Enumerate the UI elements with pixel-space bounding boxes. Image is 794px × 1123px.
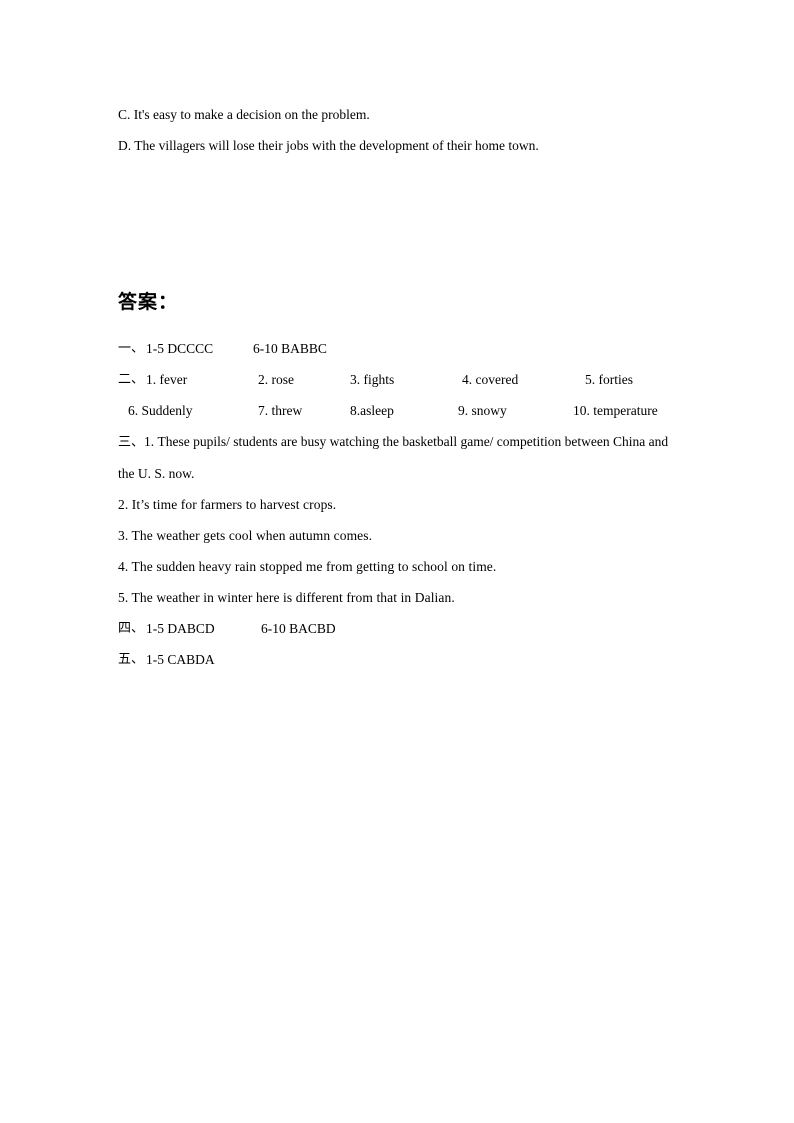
- section-four-marker: 四、: [118, 621, 145, 636]
- section-four-row: 四、 1-5 DABCD 6-10 BACBD: [118, 613, 684, 644]
- section-five-row: 五、 1-5 CABDA: [118, 644, 684, 675]
- section-four-col2: 6-10 BACBD: [261, 621, 336, 636]
- section-three-item-3: 3. The weather gets cool when autumn com…: [118, 528, 373, 543]
- section-five-marker: 五、: [118, 652, 145, 667]
- document-page: C. It's easy to make a decision on the p…: [0, 0, 794, 1123]
- section-three-item-1: 三、1. These pupils/ students are busy wat…: [118, 426, 684, 489]
- section-three-item-4: 4. The sudden heavy rain stopped me from…: [118, 559, 497, 574]
- section-three-item-5: 5. The weather in winter here is differe…: [118, 590, 455, 605]
- answer-2-7: 7. threw: [258, 403, 303, 418]
- answer-2-6: 6. Suddenly: [128, 403, 193, 418]
- section-three-item-2: 2. It’s time for farmers to harvest crop…: [118, 497, 337, 512]
- section-two-row-2: 6. Suddenly 7. threw 8.asleep 9. snowy 1…: [118, 395, 684, 426]
- section-five-col1: 1-5 CABDA: [146, 652, 215, 667]
- answer-2-8: 8.asleep: [350, 403, 394, 418]
- vertical-spacer: [118, 161, 684, 289]
- option-line-d: D. The villagers will lose their jobs wi…: [118, 138, 539, 153]
- answer-2-10: 10. temperature: [573, 403, 658, 418]
- answers-heading: 答案：: [118, 291, 179, 313]
- section-two-row-1: 二、 1. fever 2. rose 3. fights 4. covered…: [118, 364, 684, 395]
- section-one-col2: 6-10 BABBC: [253, 341, 327, 356]
- answer-2-3: 3. fights: [350, 372, 395, 387]
- answer-2-2: 2. rose: [258, 372, 294, 387]
- answer-2-5: 5. forties: [585, 372, 633, 387]
- document-content: C. It's easy to make a decision on the p…: [118, 99, 684, 675]
- section-one-row: 一、 1-5 DCCCC 6-10 BABBC: [118, 333, 684, 364]
- section-three-item-1-text: 1. These pupils/ students are busy watch…: [118, 434, 669, 481]
- section-one-marker: 一、: [118, 341, 145, 356]
- answer-2-1: 1. fever: [146, 372, 188, 387]
- answer-2-9: 9. snowy: [458, 403, 507, 418]
- section-one-col1: 1-5 DCCCC: [146, 341, 214, 356]
- option-line-c: C. It's easy to make a decision on the p…: [118, 107, 370, 122]
- section-two-marker: 二、: [118, 372, 145, 387]
- answer-2-4: 4. covered: [462, 372, 519, 387]
- section-four-col1: 1-5 DABCD: [146, 621, 215, 636]
